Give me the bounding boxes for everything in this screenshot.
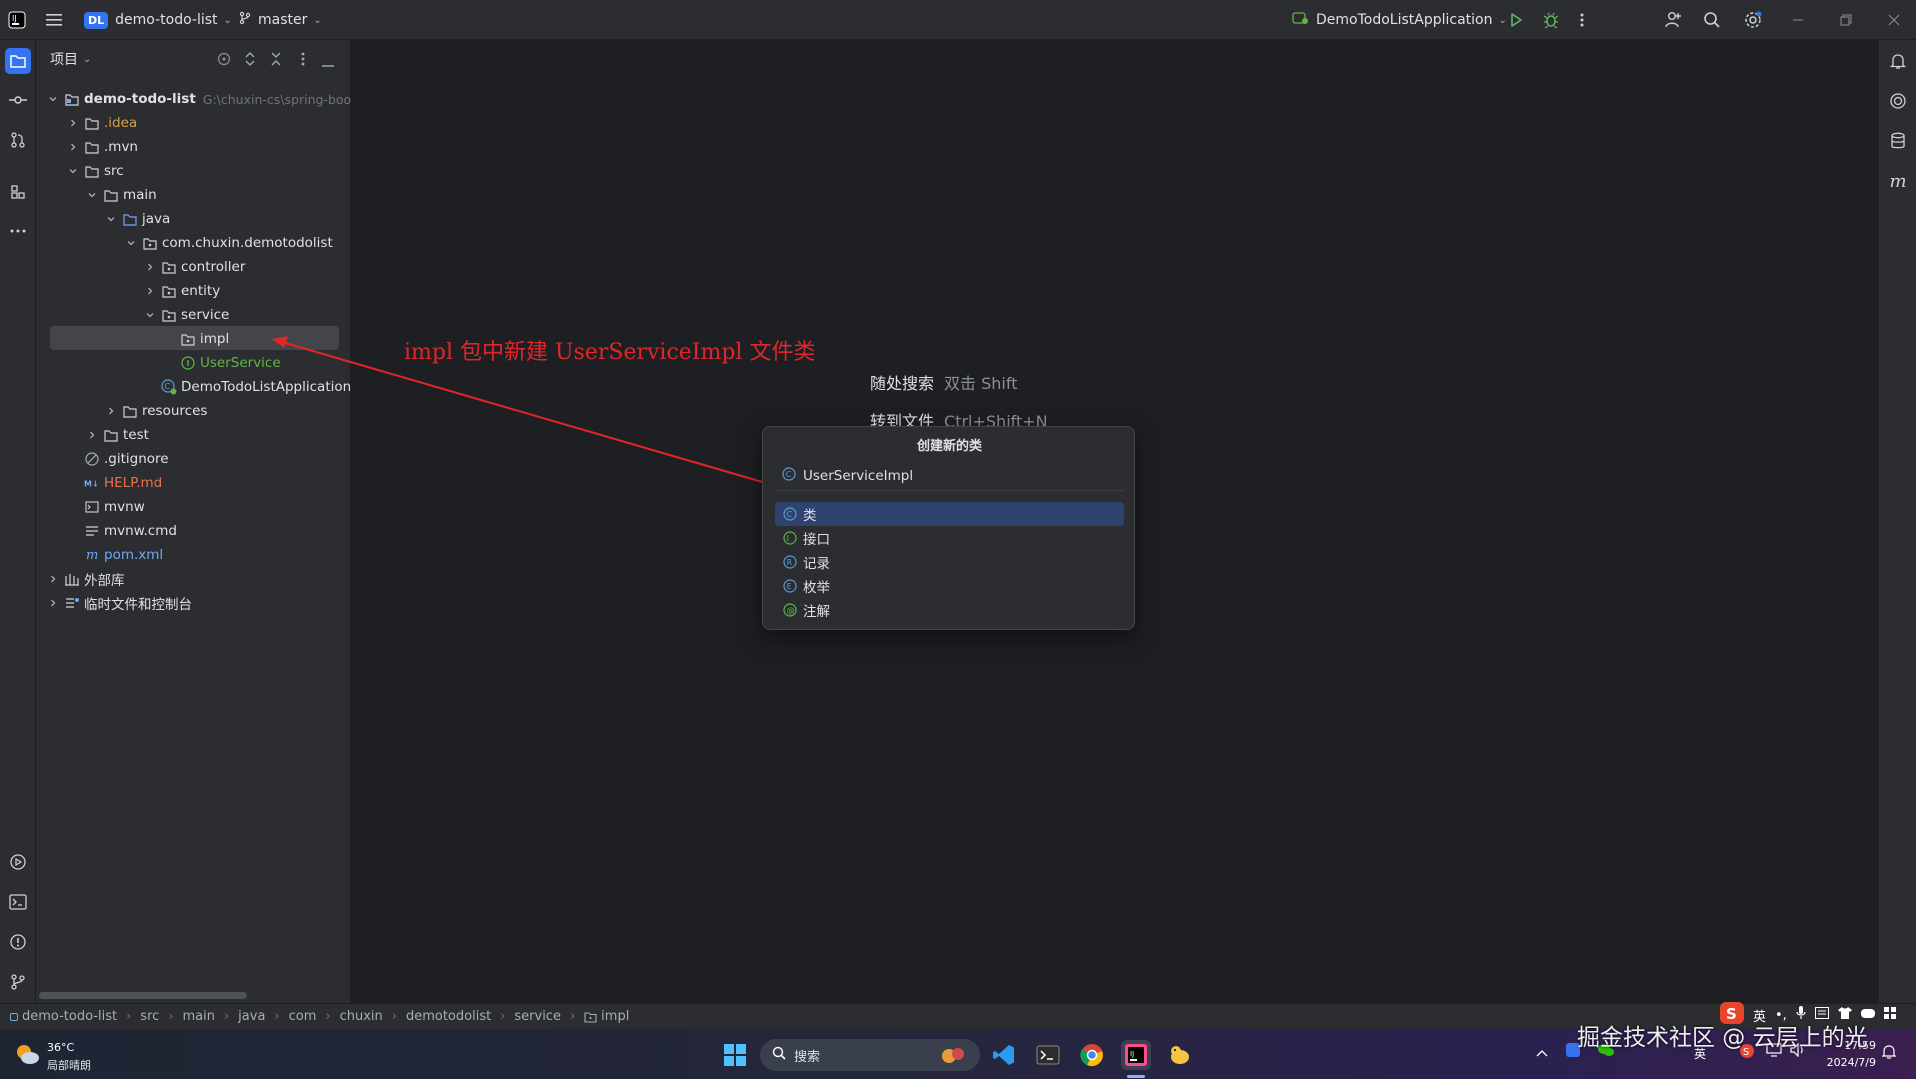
breadcrumb-separator-icon: › — [325, 1009, 331, 1024]
notification-center-icon[interactable] — [1881, 1044, 1897, 1064]
intellij-taskbar-icon[interactable]: IJ — [1121, 1040, 1151, 1070]
breadcrumb-separator-icon: › — [126, 1009, 132, 1024]
vscode-icon[interactable] — [989, 1040, 1019, 1070]
database-icon[interactable] — [1885, 128, 1911, 154]
chick-app-icon[interactable] — [1165, 1040, 1195, 1070]
new-class-option-label: 记录 — [803, 556, 830, 572]
clock-date[interactable]: 2024/7/9 — [1818, 1056, 1876, 1069]
new-class-option[interactable]: C类 — [775, 502, 1124, 526]
new-class-option[interactable]: E 枚举 — [775, 574, 1124, 598]
breadcrumb-item[interactable]: chuxin — [340, 1009, 383, 1024]
svg-text:R: R — [787, 558, 793, 567]
new-class-option-label: 注解 — [803, 604, 830, 620]
new-class-option-label: 枚举 — [803, 580, 830, 596]
class-name-input[interactable]: C UserServiceImpl — [775, 461, 1124, 491]
weather-icon[interactable] — [14, 1042, 40, 1070]
new-class-option-label: 类 — [803, 508, 817, 524]
tray-expand-icon[interactable] — [1536, 1046, 1548, 1061]
svg-text:C: C — [787, 510, 793, 519]
module-square-icon — [10, 1012, 18, 1021]
new-class-option[interactable]: R 记录 — [775, 550, 1124, 574]
new-class-option[interactable]: @ 注解 — [775, 598, 1124, 622]
svg-text:I: I — [787, 534, 789, 543]
breadcrumb-separator-icon: › — [500, 1009, 506, 1024]
chrome-icon[interactable] — [1077, 1040, 1107, 1070]
kind-C-icon: C — [783, 507, 797, 521]
new-class-option-label: 接口 — [803, 532, 830, 548]
breadcrumb-separator-icon: › — [274, 1009, 280, 1024]
kind-E-icon: E — [783, 579, 797, 593]
kind-R-icon: R — [783, 555, 797, 569]
terminal-app-icon[interactable] — [1033, 1040, 1063, 1070]
breadcrumb-separator-icon: › — [223, 1009, 230, 1024]
package-icon — [584, 1011, 597, 1023]
weather-desc: 局部晴朗 — [47, 1059, 91, 1072]
breadcrumb-item[interactable]: service — [514, 1009, 561, 1024]
dialog-title: 创建新的类 — [916, 439, 982, 454]
kind-I-icon: I — [783, 531, 797, 545]
breadcrumb-separator-icon: › — [569, 1009, 576, 1024]
watermark-text: 掘金技术社区 @ 云层上的光 — [1577, 1025, 1868, 1051]
search-icon — [772, 1046, 786, 1064]
maven-icon[interactable]: m — [1885, 168, 1911, 194]
active-app-indicator — [1127, 1075, 1145, 1078]
taskbar-search-placeholder: 搜索 — [794, 1049, 821, 1065]
breadcrumb-item[interactable]: impl — [601, 1009, 629, 1024]
taskbar-search-box[interactable]: 搜索 — [760, 1039, 980, 1071]
weather-temp: 36°C — [47, 1041, 75, 1054]
svg-text:@: @ — [787, 606, 795, 615]
svg-text:E: E — [787, 582, 792, 591]
ai-assistant-icon[interactable] — [1885, 88, 1911, 114]
class-icon: C — [782, 466, 796, 485]
svg-text:C: C — [786, 470, 792, 479]
breadcrumb-item[interactable]: com — [289, 1009, 317, 1024]
create-new-class-dialog: 创建新的类 C UserServiceImpl C 类 I 接口 R 记录 E 枚举 @ 注解 — [762, 426, 1135, 630]
breadcrumb-item[interactable]: main — [182, 1009, 214, 1024]
search-highlight-icon — [940, 1045, 966, 1069]
breadcrumb-separator-icon: › — [391, 1009, 397, 1024]
breadcrumb-separator-icon: › — [168, 1009, 174, 1024]
breadcrumb-item[interactable]: demo-todo-list — [22, 1009, 117, 1024]
class-name-value: UserServiceImpl — [803, 467, 914, 484]
breadcrumb-item[interactable]: java — [238, 1009, 265, 1024]
new-class-option[interactable]: I 接口 — [775, 526, 1124, 550]
breadcrumb-item[interactable]: src — [140, 1009, 159, 1024]
breadcrumb-item[interactable]: demotodolist — [406, 1009, 491, 1024]
right-tool-strip: m — [1878, 40, 1916, 1003]
kind-at-icon: @ — [783, 603, 797, 617]
grid-menu-icon — [1883, 1007, 1896, 1023]
windows-start-icon[interactable] — [720, 1040, 750, 1070]
notifications-bell-icon[interactable] — [1885, 48, 1911, 74]
svg-text:IJ: IJ — [1130, 1050, 1134, 1058]
